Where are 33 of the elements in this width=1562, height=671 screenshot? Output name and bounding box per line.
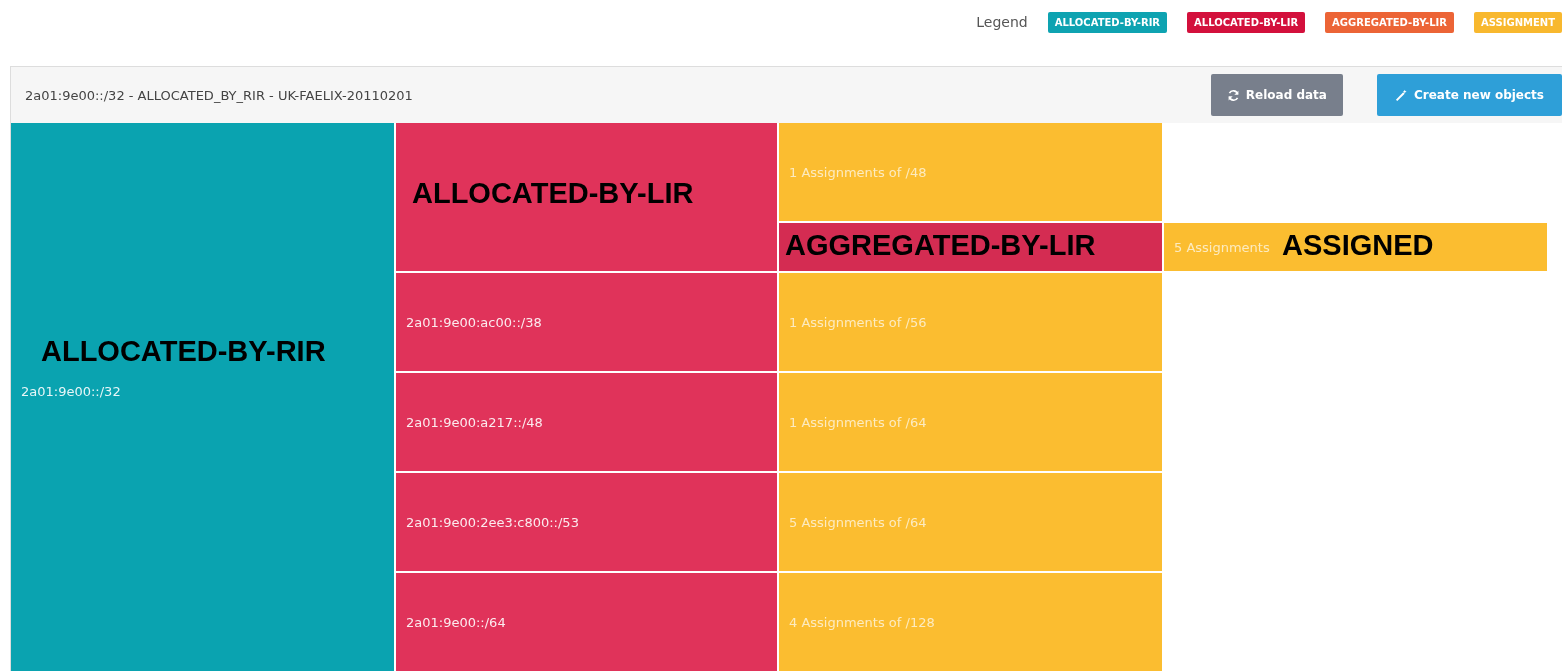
- annotation-label: ALLOCATED-BY-RIR: [41, 335, 326, 368]
- legend-badge: ASSIGNMENT: [1474, 11, 1562, 33]
- legend-label: Legend: [976, 14, 1028, 30]
- block-label: 2a01:9e00:ac00::/38: [406, 314, 542, 330]
- block-label: 2a01:9e00::/64: [406, 614, 506, 630]
- block-label: 5 Assignments: [1174, 239, 1270, 255]
- block-label: 2a01:9e00:2ee3:c800::/53: [406, 514, 579, 530]
- panel-title: 2a01:9e00::/32 - ALLOCATED_BY_RIR - UK-FAELIX-20110201: [25, 87, 413, 103]
- block-label: 5 Assignments of /64: [789, 514, 927, 530]
- annotation-label: AGGREGATED-BY-LIR: [785, 229, 1096, 262]
- lir-block[interactable]: 2a01:9e00::/64: [396, 573, 777, 671]
- block-label: 2a01:9e00::/32: [21, 384, 121, 399]
- block-label: 1 Assignments of /56: [789, 314, 927, 330]
- aggregated-block[interactable]: AGGREGATED-BY-LIR: [779, 223, 1162, 271]
- legend-badge: AGGREGATED-BY-LIR: [1325, 11, 1455, 33]
- assigned-block[interactable]: 5 Assignments ASSIGNED: [1164, 223, 1547, 271]
- lir-block[interactable]: 2a01:9e00:a217::/48: [396, 373, 777, 471]
- block-label: 1 Assignments of /64: [789, 414, 927, 430]
- annotation-label: ASSIGNED: [1282, 229, 1434, 262]
- reload-button[interactable]: Reload data: [1210, 74, 1343, 116]
- create-button[interactable]: Create new objects: [1376, 74, 1562, 116]
- lir-block[interactable]: 2a01:9e00:2ee3:c800::/53: [396, 473, 777, 571]
- legend-badge: ALLOCATED-BY-LIR: [1187, 11, 1306, 33]
- reload-icon: [1226, 88, 1240, 102]
- block-label: 2a01:9e00:a217::/48: [406, 414, 543, 430]
- block-label: 4 Assignments of /128: [789, 614, 935, 630]
- annotation-label: ALLOCATED-BY-LIR: [412, 177, 694, 210]
- block-label: 1 Assignments of /48: [789, 164, 927, 180]
- legend-badge: ALLOCATED-BY-RIR: [1047, 11, 1168, 33]
- lir-block[interactable]: 2a01:9e00:ac00::/38: [396, 273, 777, 371]
- magic-wand-icon: [1394, 88, 1408, 102]
- lir-block[interactable]: ALLOCATED-BY-LIR: [396, 123, 777, 271]
- rir-block[interactable]: ALLOCATED-BY-RIR 2a01:9e00::/32: [11, 123, 394, 671]
